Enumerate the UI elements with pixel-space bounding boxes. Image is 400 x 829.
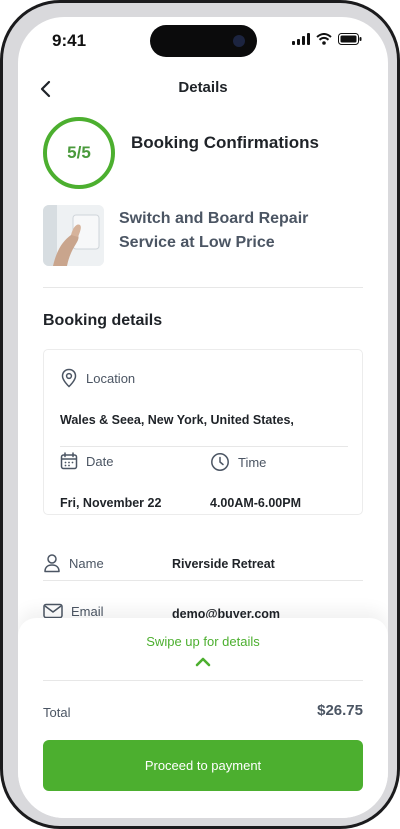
proceed-to-payment-button[interactable]: Proceed to payment [43, 740, 363, 791]
chevron-up-icon[interactable] [194, 655, 212, 669]
date-label-row: Date [60, 452, 113, 470]
camera-icon [233, 35, 245, 47]
divider [43, 580, 363, 581]
step-heading: Booking Confirmations [131, 133, 319, 152]
time-label-row: Time [210, 452, 266, 472]
email-label-row: Email [43, 603, 104, 619]
app-screen: 9:41 Details 5/5 Booking Confirmations S… [18, 17, 388, 818]
location-label: Location [86, 370, 136, 386]
sheet-divider [43, 680, 363, 681]
name-label-row: Name [43, 553, 104, 573]
booking-details-card: Location Wales & Seea, New York, United … [43, 349, 363, 515]
dynamic-island [150, 25, 257, 57]
user-icon [44, 554, 60, 573]
battery-icon [338, 33, 362, 45]
service-thumbnail [43, 205, 104, 266]
wifi-icon [316, 33, 332, 45]
date-label: Date [86, 453, 114, 469]
total-label: Total [43, 705, 71, 720]
clock-icon [211, 453, 229, 471]
phone-frame: 9:41 Details 5/5 Booking Confirmations S… [0, 0, 400, 829]
signal-icon [292, 33, 310, 45]
card-divider [60, 446, 348, 447]
name-label: Name [69, 555, 104, 571]
location-pin-icon [61, 368, 77, 388]
progress-label: 5/5 [67, 143, 91, 162]
service-title: Switch and Board Repair Service at Low P… [119, 210, 309, 251]
location-label-row: Location [60, 368, 135, 388]
divider [43, 287, 363, 288]
email-label: Email [71, 603, 104, 619]
section-title: Booking details [43, 312, 163, 329]
date-value: Fri, November 22 [60, 496, 162, 510]
time-label: Time [238, 454, 267, 470]
status-time: 9:41 [52, 31, 87, 50]
switchboard-image [43, 205, 104, 266]
status-icons [292, 33, 362, 45]
swipe-hint[interactable]: Swipe up for details [18, 634, 388, 649]
bottom-sheet[interactable]: Swipe up for details Total $26.75 Procee… [18, 618, 388, 818]
phone-bezel: 9:41 Details 5/5 Booking Confirmations S… [3, 3, 397, 826]
page-title: Details [178, 79, 228, 96]
name-value: Riverside Retreat [172, 557, 275, 571]
mail-icon [43, 603, 63, 619]
total-value: $26.75 [317, 702, 363, 719]
location-value: Wales & Seea, New York, United States, [60, 413, 294, 427]
calendar-icon [60, 452, 78, 470]
time-value: 4.00AM-6.00PM [210, 496, 302, 510]
